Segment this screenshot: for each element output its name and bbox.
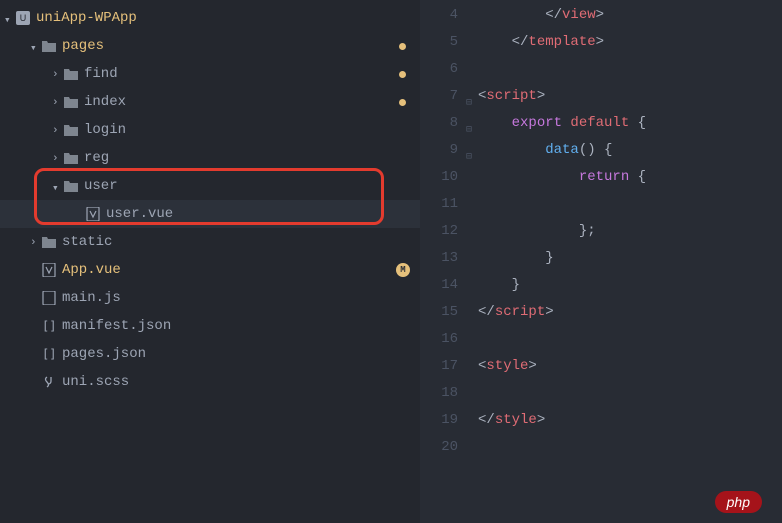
code-line[interactable]: };: [468, 218, 782, 245]
folder-icon: [64, 180, 78, 192]
code-line[interactable]: }: [468, 245, 782, 272]
code-line[interactable]: data() {: [468, 137, 782, 164]
tree-item-manifest-json[interactable]: [] manifest.json: [0, 312, 420, 340]
svg-text:U: U: [20, 13, 27, 23]
vue-icon: [42, 263, 56, 277]
tree-item-label: manifest.json: [62, 318, 171, 334]
chevron-right-icon: ›: [52, 97, 62, 107]
tree-item-find[interactable]: › find: [0, 60, 420, 88]
line-number: 19: [420, 407, 468, 434]
tree-item-label: App.vue: [62, 262, 121, 278]
code-line[interactable]: <script>: [468, 83, 782, 110]
chevron-right-icon: ›: [52, 69, 62, 79]
fold-open-icon[interactable]: ⊟: [462, 117, 472, 127]
modified-dot-icon: [399, 71, 406, 78]
chevron-down-icon: ▾: [30, 41, 40, 51]
tree-item-label: user: [84, 178, 118, 194]
tree-item-label: uni.scss: [62, 374, 129, 390]
scss-icon: [42, 375, 56, 389]
code-line[interactable]: </script>: [468, 299, 782, 326]
tree-item-uni-scss[interactable]: uni.scss: [0, 368, 420, 396]
svg-text:[]: []: [42, 319, 56, 333]
tree-item-label: pages.json: [62, 346, 146, 362]
folder-icon: [64, 96, 78, 108]
line-number: 14: [420, 272, 468, 299]
tree-item-label: login: [84, 122, 126, 138]
code-line[interactable]: export default {: [468, 110, 782, 137]
code-line[interactable]: [468, 380, 782, 407]
tree-item-App-vue[interactable]: App.vue M: [0, 256, 420, 284]
tree-item-pages[interactable]: ▾ pages: [0, 32, 420, 60]
folder-icon: [42, 40, 56, 52]
chevron-right-icon: ›: [30, 237, 40, 247]
tree-item-label: user.vue: [106, 206, 173, 222]
modified-dot-icon: [399, 99, 406, 106]
tree-item-user-vue[interactable]: user.vue: [0, 200, 420, 228]
code-line[interactable]: </view>: [468, 2, 782, 29]
code-line[interactable]: [468, 434, 782, 461]
line-number: 17: [420, 353, 468, 380]
line-number: 4: [420, 2, 468, 29]
code-line[interactable]: </style>: [468, 407, 782, 434]
json-icon: []: [42, 347, 56, 361]
code-line[interactable]: [468, 56, 782, 83]
chevron-right-icon: ›: [52, 125, 62, 135]
tree-item-reg[interactable]: › reg: [0, 144, 420, 172]
chevron-right-icon: ›: [52, 153, 62, 163]
tree-item-label: reg: [84, 150, 109, 166]
code-line[interactable]: </template>: [468, 29, 782, 56]
tree-item-user[interactable]: ▾ user: [0, 172, 420, 200]
js-icon: [42, 291, 56, 305]
folder-icon: [42, 236, 56, 248]
line-number: 20: [420, 434, 468, 461]
json-icon: []: [42, 319, 56, 333]
tree-item-index[interactable]: › index: [0, 88, 420, 116]
line-number: 9⊟: [420, 137, 468, 164]
tree-item-pages-json[interactable]: [] pages.json: [0, 340, 420, 368]
line-number: 6: [420, 56, 468, 83]
code-line[interactable]: [468, 191, 782, 218]
code-area[interactable]: </view> </template> <script> export defau…: [468, 0, 782, 523]
tree-item-label: main.js: [62, 290, 121, 306]
code-line[interactable]: [468, 326, 782, 353]
line-number: 10: [420, 164, 468, 191]
code-line[interactable]: }: [468, 272, 782, 299]
folder-icon: [64, 124, 78, 136]
line-number: 7⊟: [420, 83, 468, 110]
tree-item-static[interactable]: › static: [0, 228, 420, 256]
folder-icon: [64, 152, 78, 164]
code-editor[interactable]: 4567⊟8⊟9⊟1011121314151617181920 </view> …: [420, 0, 782, 523]
line-number: 11: [420, 191, 468, 218]
tree-item-label: pages: [62, 38, 104, 54]
fold-open-icon[interactable]: ⊟: [462, 144, 472, 154]
line-number: 5: [420, 29, 468, 56]
line-number: 13: [420, 245, 468, 272]
chevron-down-icon: ▾: [4, 13, 14, 23]
line-number-gutter: 4567⊟8⊟9⊟1011121314151617181920: [420, 0, 468, 523]
chevron-down-icon: ▾: [52, 181, 62, 191]
tree-item-label: static: [62, 234, 112, 250]
line-number: 18: [420, 380, 468, 407]
tree-item-main-js[interactable]: main.js: [0, 284, 420, 312]
watermark-badge: php: [715, 491, 762, 513]
code-line[interactable]: <style>: [468, 353, 782, 380]
tree-item-label: find: [84, 66, 118, 82]
code-line[interactable]: return {: [468, 164, 782, 191]
tree-item-login[interactable]: › login: [0, 116, 420, 144]
uni-icon: U: [16, 11, 30, 25]
fold-open-icon[interactable]: ⊟: [462, 90, 472, 100]
modified-badge: M: [396, 263, 410, 277]
tree-root-label: uniApp-WPApp: [36, 10, 137, 26]
line-number: 8⊟: [420, 110, 468, 137]
line-number: 16: [420, 326, 468, 353]
modified-dot-icon: [399, 43, 406, 50]
folder-icon: [64, 68, 78, 80]
line-number: 12: [420, 218, 468, 245]
tree-root[interactable]: ▾ U uniApp-WPApp: [0, 4, 420, 32]
svg-text:[]: []: [42, 347, 56, 361]
vue-icon: [86, 207, 100, 221]
tree-item-label: index: [84, 94, 126, 110]
line-number: 15: [420, 299, 468, 326]
file-tree-sidebar: ▾ U uniApp-WPApp ▾ pages › find › index › login…: [0, 0, 420, 523]
